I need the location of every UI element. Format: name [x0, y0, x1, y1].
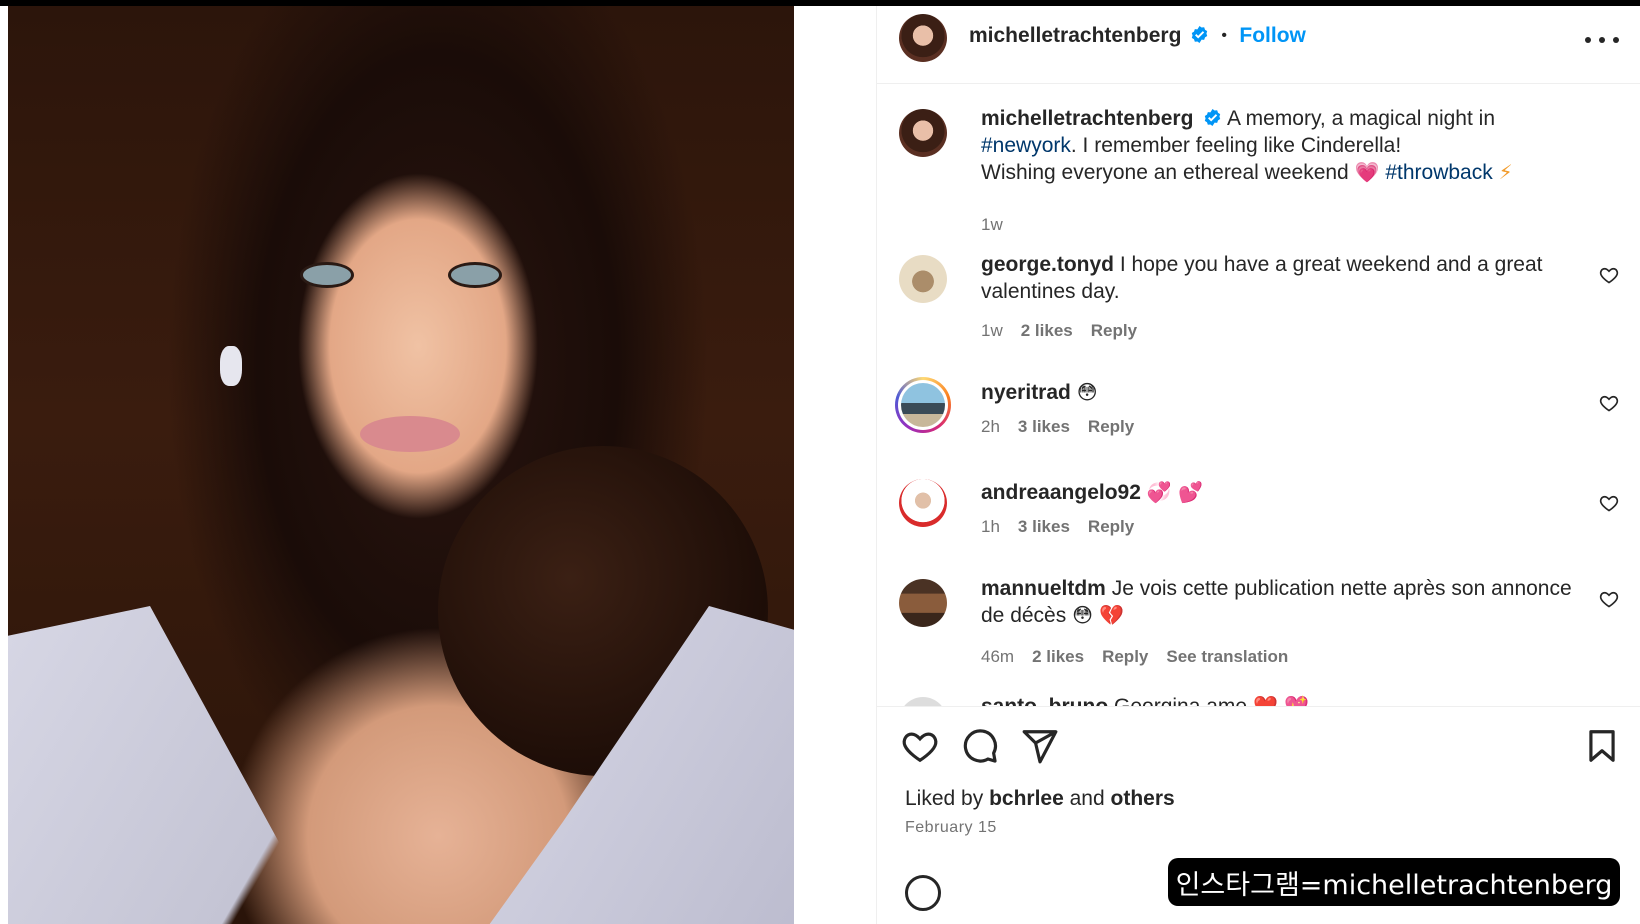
liked-and: and [1069, 787, 1105, 810]
comment-meta: 1h 3 likes Reply [981, 517, 1134, 537]
story-ring[interactable] [895, 377, 951, 433]
comment-time: 46m [981, 647, 1015, 666]
comment-meta: 1w 2 likes Reply [981, 321, 1137, 341]
liked-by: Liked by bchrlee and others [905, 787, 1175, 811]
comment-row: santo_bruno Georgina ame ❤️ 💖 [877, 693, 1640, 706]
comment-time: 1w [981, 321, 1003, 340]
heart-icon[interactable] [1599, 493, 1619, 513]
commenter-avatar[interactable] [899, 479, 947, 527]
post-header: michelletrachtenberg • Follow [877, 6, 1640, 84]
comment-icon[interactable] [961, 727, 999, 765]
author-username[interactable]: michelletrachtenberg [969, 24, 1181, 47]
comment-time: 1h [981, 517, 1000, 536]
comment-line2: valentines day. [981, 280, 1120, 303]
bookmark-icon[interactable] [1583, 727, 1621, 765]
caption-meta: 1w [981, 215, 1003, 235]
heart-icon[interactable] [1599, 393, 1619, 413]
comment-emoji: 😳 [1076, 380, 1098, 404]
verified-icon [1205, 108, 1221, 127]
separator-dot: • [1221, 27, 1227, 44]
comment-text: mannueltdm Je vois cette publication net… [981, 575, 1601, 629]
comment-emoji: 😳 💔 [1072, 603, 1125, 627]
post-date: February 15 [905, 819, 997, 836]
comment-emoji: ❤️ 💖 [1252, 694, 1310, 706]
comment-line1: I hope you have a great weekend and a gr… [1119, 253, 1543, 276]
comment-likes[interactable]: 3 likes [1018, 417, 1070, 437]
verified-icon [1191, 25, 1208, 44]
commenter-avatar[interactable] [899, 697, 947, 706]
comment-text: george.tonyd I hope you have a great wee… [981, 251, 1581, 305]
comment-time: 2h [981, 417, 1000, 436]
hashtag-newyork[interactable]: #newyork [981, 134, 1071, 157]
comment-row: george.tonyd I hope you have a great wee… [877, 251, 1640, 351]
commenter-username[interactable]: mannueltdm [981, 577, 1106, 600]
comment-text: santo_bruno Georgina ame ❤️ 💖 [981, 693, 1581, 706]
caption-time: 1w [981, 215, 1003, 234]
commenter-avatar[interactable] [901, 383, 945, 427]
post-photo[interactable] [8, 6, 794, 924]
heart-icon[interactable] [1599, 589, 1619, 609]
comment-emoji: 💞 💕 [1146, 480, 1203, 504]
comment-likes[interactable]: 3 likes [1018, 517, 1070, 537]
hashtag-throwback[interactable]: #throwback [1385, 161, 1492, 184]
reply-button[interactable]: Reply [1091, 321, 1137, 341]
heart-icon[interactable] [901, 727, 939, 765]
reply-button[interactable]: Reply [1088, 417, 1134, 437]
emoji-icon[interactable] [905, 875, 941, 911]
liked-others[interactable]: others [1111, 787, 1175, 810]
caption-row: michelletrachtenberg A memory, a magical… [877, 105, 1640, 234]
comment-row: andreaangelo92 💞 💕 1h 3 likes Reply [877, 475, 1640, 555]
follow-button[interactable]: Follow [1239, 24, 1306, 47]
caption-part1: A memory, a magical night in [1226, 107, 1495, 130]
comment-text: nyeritrad 😳 [981, 379, 1581, 406]
watermark-caption: 인스타그램=michelletrachtenberg [1168, 858, 1620, 906]
caption-username[interactable]: michelletrachtenberg [981, 107, 1193, 130]
see-translation-button[interactable]: See translation [1166, 647, 1288, 667]
commenter-username[interactable]: nyeritrad [981, 381, 1071, 404]
photo-earring [220, 346, 242, 386]
comment-line1: Je vois cette publication nette après so… [1111, 577, 1572, 600]
photo-lips [360, 416, 460, 452]
caption-heart-emoji: 💗 [1354, 160, 1380, 184]
comment-meta: 2h 3 likes Reply [981, 417, 1134, 437]
caption-part2: . I remember feeling like Cinderella! [1070, 134, 1402, 157]
photo-eye-right [448, 262, 502, 288]
author-avatar[interactable] [899, 14, 947, 62]
caption-avatar[interactable] [899, 109, 947, 157]
comment-line1: Georgina ame [1114, 695, 1247, 706]
share-icon[interactable] [1021, 727, 1059, 765]
liked-user[interactable]: bchrlee [989, 787, 1064, 810]
caption-part3: Wishing everyone an ethereal weekend [981, 161, 1349, 184]
comment-likes[interactable]: 2 likes [1021, 321, 1073, 341]
comment-meta: 46m 2 likes Reply See translation [981, 647, 1288, 667]
caption-text: michelletrachtenberg A memory, a magical… [981, 105, 1601, 186]
comment-text: andreaangelo92 💞 💕 [981, 479, 1581, 506]
more-icon[interactable] [1585, 28, 1619, 52]
caption-bolt-emoji: ⚡ [1498, 160, 1513, 184]
comment-likes[interactable]: 2 likes [1032, 647, 1084, 667]
commenter-username[interactable]: andreaangelo92 [981, 481, 1141, 504]
commenter-username[interactable]: santo_bruno [981, 695, 1108, 706]
reply-button[interactable]: Reply [1102, 647, 1148, 667]
comment-row: nyeritrad 😳 2h 3 likes Reply [877, 375, 1640, 455]
commenter-avatar[interactable] [899, 579, 947, 627]
comments-list[interactable]: michelletrachtenberg A memory, a magical… [877, 85, 1640, 706]
heart-icon[interactable] [1599, 265, 1619, 285]
commenter-avatar[interactable] [899, 255, 947, 303]
liked-prefix: Liked by [905, 787, 984, 810]
reply-button[interactable]: Reply [1088, 517, 1134, 537]
comment-line2: de décès [981, 604, 1067, 627]
commenter-username[interactable]: george.tonyd [981, 253, 1114, 276]
post-media [0, 6, 876, 924]
photo-eye-left [300, 262, 354, 288]
post-side-panel: michelletrachtenberg • Follow michelletr… [876, 6, 1640, 924]
comment-row: mannueltdm Je vois cette publication net… [877, 575, 1640, 685]
author-line: michelletrachtenberg • Follow [969, 24, 1306, 48]
